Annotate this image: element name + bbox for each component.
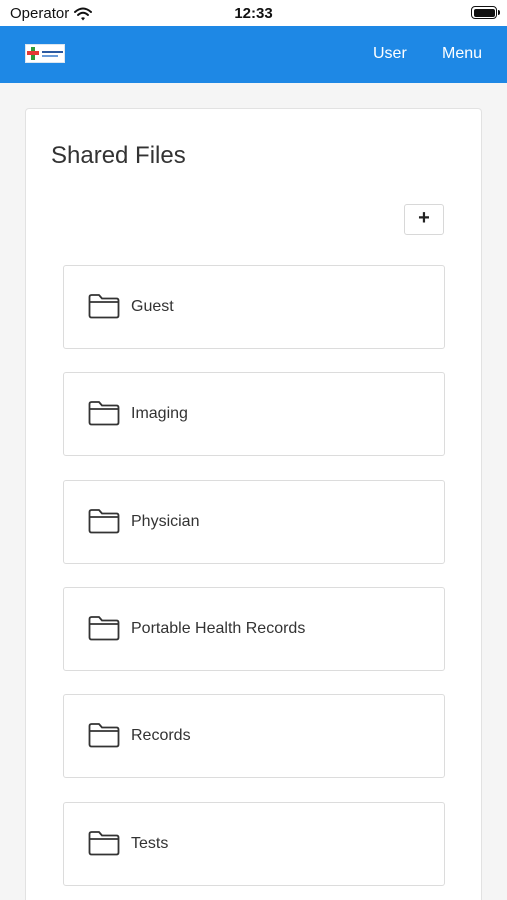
- hospital-logo[interactable]: [25, 44, 65, 63]
- add-folder-button[interactable]: +: [404, 204, 444, 235]
- folder-label: Guest: [131, 298, 174, 315]
- folder-row-imaging[interactable]: Imaging: [63, 372, 445, 456]
- folder-row-tests[interactable]: Tests: [63, 802, 445, 886]
- top-navbar: User Menu: [0, 26, 507, 83]
- folder-label: Portable Health Records: [131, 620, 306, 637]
- status-time: 12:33: [234, 5, 273, 22]
- nav-user-link[interactable]: User: [373, 45, 407, 63]
- folder-label: Tests: [131, 835, 169, 852]
- folder-icon: [88, 509, 120, 534]
- folder-label: Imaging: [131, 405, 188, 422]
- folder-row-physician[interactable]: Physician: [63, 480, 445, 564]
- folder-icon: [88, 831, 120, 856]
- folder-label: Records: [131, 727, 191, 744]
- folder-row-portable-health-records[interactable]: Portable Health Records: [63, 587, 445, 671]
- battery-icon: [471, 6, 500, 19]
- status-bar: Operator 12:33: [0, 0, 507, 26]
- folder-row-guest[interactable]: Guest: [63, 265, 445, 349]
- folder-icon: [88, 401, 120, 426]
- folder-icon: [88, 294, 120, 319]
- nav-menu-link[interactable]: Menu: [442, 45, 482, 63]
- folder-icon: [88, 616, 120, 641]
- folder-icon: [88, 723, 120, 748]
- page-title: Shared Files: [51, 142, 186, 169]
- folder-row-records[interactable]: Records: [63, 694, 445, 778]
- folder-label: Physician: [131, 513, 200, 530]
